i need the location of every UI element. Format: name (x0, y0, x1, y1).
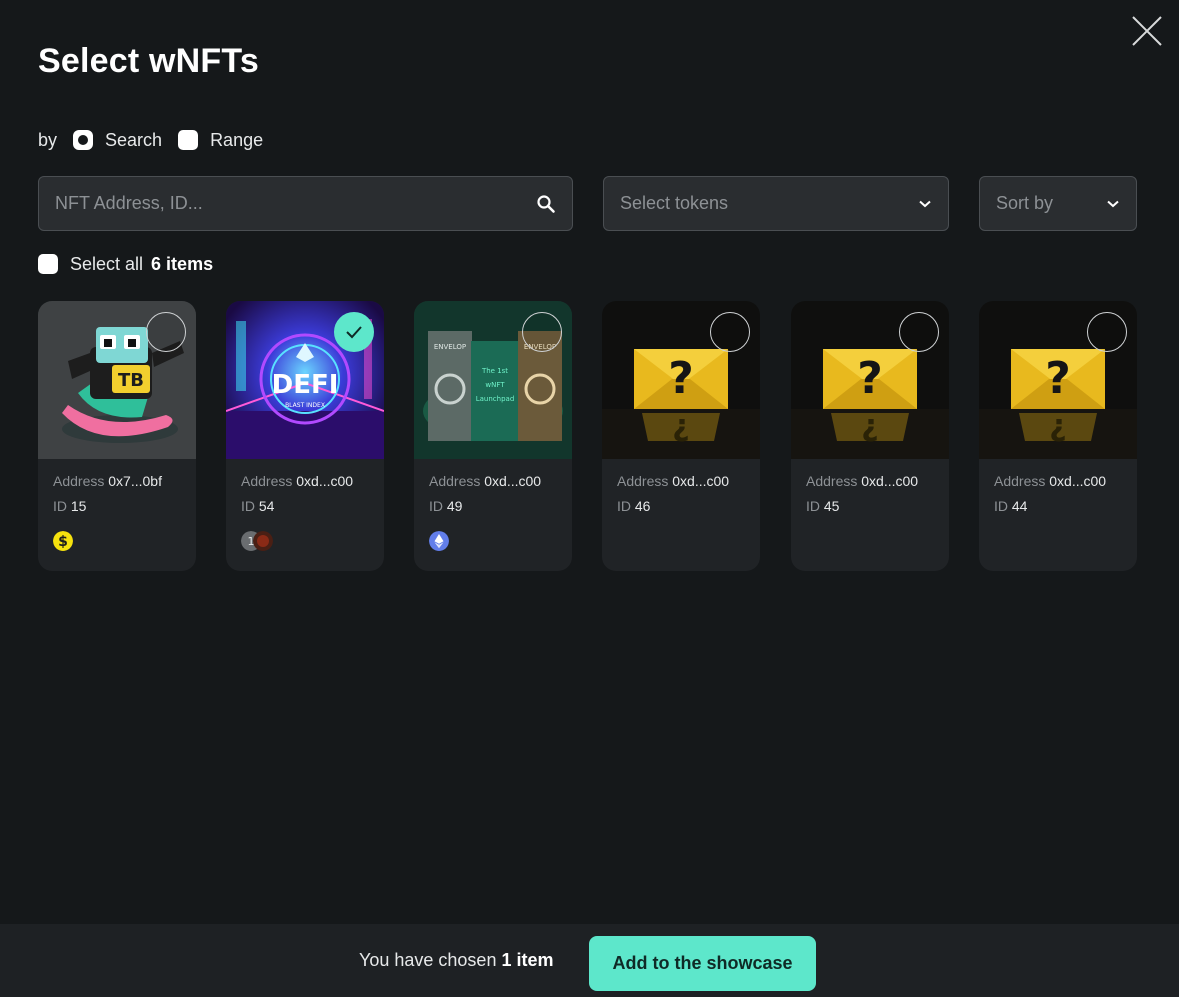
range-mode-radio[interactable] (178, 130, 199, 150)
nft-id: 46 (634, 498, 651, 514)
footer-bar: You have chosen 1 item Add to the showca… (0, 924, 1179, 997)
svg-text:?: ? (1049, 411, 1066, 446)
nft-id: 15 (70, 498, 87, 514)
usd-coin-icon: $ (53, 531, 73, 551)
chosen-prefix: You have chosen (359, 950, 497, 970)
svg-text:?: ? (861, 411, 878, 446)
range-mode-option[interactable]: Range (178, 130, 263, 151)
svg-text:?: ? (857, 353, 883, 404)
nft-id: 54 (258, 498, 275, 514)
svg-text:The 1st: The 1st (481, 367, 508, 375)
chosen-count: 1 item (501, 950, 554, 970)
nft-card[interactable]: ? ? Address 0xd...c00 ID 46 (602, 301, 760, 571)
address-label: Address (53, 473, 105, 489)
svg-text:TB: TB (118, 370, 144, 391)
id-label: ID (994, 498, 1008, 514)
search-mode-label: Search (105, 129, 163, 150)
address-label: Address (806, 473, 858, 489)
id-label: ID (241, 498, 255, 514)
select-checkbox[interactable] (710, 312, 750, 352)
chosen-summary: You have chosen 1 item (359, 950, 554, 971)
page-title: Select wNFTs (38, 42, 259, 80)
nft-id: 44 (1011, 498, 1028, 514)
nft-address: 0xd...c00 (296, 473, 354, 489)
ethereum-icon (429, 531, 449, 551)
items-count: 6 items (151, 253, 214, 274)
select-checkbox[interactable] (899, 312, 939, 352)
select-all-checkbox[interactable] (38, 254, 58, 274)
range-mode-label: Range (210, 129, 264, 150)
search-mode-radio[interactable] (73, 130, 94, 150)
select-checkbox[interactable] (1087, 312, 1127, 352)
id-label: ID (429, 498, 443, 514)
checkmark-icon (346, 326, 362, 339)
select-tokens-dropdown[interactable]: Select tokens (603, 176, 949, 231)
nft-address: 0xd...c00 (1049, 473, 1107, 489)
select-checkbox[interactable] (146, 312, 186, 352)
nft-card[interactable]: TB Address 0x7...0bf ID 15 $ (38, 301, 196, 571)
nft-card[interactable]: ? ? Address 0xd...c00 ID 44 (979, 301, 1137, 571)
token-icons: 1 (241, 531, 273, 551)
nft-card[interactable]: The 1st wNFT Launchpad ENVELOP ENVELOP A… (414, 301, 572, 571)
token-icon (253, 531, 273, 551)
search-icon[interactable] (536, 194, 556, 214)
token-icons (429, 531, 449, 551)
svg-text:BLAST INDEX: BLAST INDEX (285, 402, 325, 409)
nft-address: 0xd...c00 (672, 473, 730, 489)
nft-id: 45 (823, 498, 840, 514)
select-checkbox[interactable] (522, 312, 562, 352)
svg-text:Launchpad: Launchpad (476, 395, 515, 403)
sort-by-label: Sort by (996, 193, 1054, 213)
address-label: Address (617, 473, 669, 489)
nft-card[interactable]: ? ? Address 0xd...c00 ID 45 (791, 301, 949, 571)
select-all-row: Select all 6 items (38, 251, 213, 277)
search-field (38, 176, 573, 231)
nft-address: 0xd...c00 (484, 473, 542, 489)
chevron-down-icon (919, 200, 931, 207)
nft-id: 49 (446, 498, 463, 514)
select-checkbox[interactable] (334, 312, 374, 352)
sort-by-dropdown[interactable]: Sort by (979, 176, 1137, 231)
svg-text:?: ? (668, 353, 694, 404)
nft-address: 0xd...c00 (861, 473, 919, 489)
token-icons: $ (53, 531, 73, 551)
select-tokens-label: Select tokens (620, 193, 729, 213)
nft-address: 0x7...0bf (108, 473, 162, 489)
id-label: ID (617, 498, 631, 514)
search-mode-option[interactable]: Search (73, 130, 162, 151)
id-label: ID (806, 498, 820, 514)
close-icon (1132, 16, 1162, 46)
address-label: Address (994, 473, 1046, 489)
svg-text:wNFT: wNFT (485, 381, 505, 389)
svg-text:?: ? (672, 411, 689, 446)
chevron-down-icon (1107, 200, 1119, 207)
id-label: ID (53, 498, 67, 514)
by-label: by (38, 129, 58, 150)
address-label: Address (241, 473, 293, 489)
add-to-showcase-button[interactable]: Add to the showcase (589, 936, 816, 991)
search-input[interactable] (55, 193, 536, 214)
svg-text:DEFI: DEFI (272, 370, 339, 400)
search-mode-row: by Search Range (38, 126, 279, 154)
svg-text:$: $ (58, 534, 68, 550)
nft-grid: TB Address 0x7...0bf ID 15 $ DEFI BLAST … (38, 301, 1138, 571)
svg-text:ENVELOP: ENVELOP (434, 343, 466, 351)
svg-text:?: ? (1045, 353, 1071, 404)
select-all-label: Select all (70, 253, 144, 274)
close-button[interactable] (1128, 12, 1166, 50)
nft-card[interactable]: DEFI BLAST INDEX Address 0xd...c00 ID 54… (226, 301, 384, 571)
address-label: Address (429, 473, 481, 489)
